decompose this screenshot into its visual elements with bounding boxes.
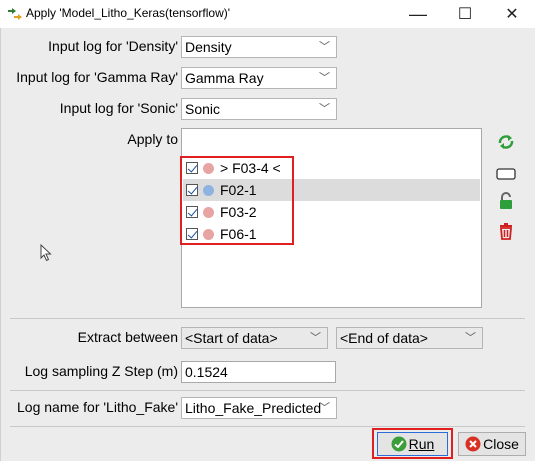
maximize-button[interactable]: ☐ <box>442 0 488 28</box>
window-title: Apply 'Model_Litho_Keras(tensorflow)' <box>26 6 231 20</box>
title-bar: Apply 'Model_Litho_Keras(tensorflow)' — … <box>0 0 535 28</box>
separator <box>10 318 525 319</box>
close-button[interactable]: Close <box>458 432 526 456</box>
close-window-button[interactable]: ✕ <box>489 0 535 28</box>
sampling-input[interactable]: 0.1524 <box>181 361 336 383</box>
minimize-button[interactable]: — <box>395 0 441 28</box>
sampling-value: 0.1524 <box>185 364 228 380</box>
gamma-ray-label: Input log for 'Gamma Ray' <box>16 69 178 85</box>
extract-start-select[interactable]: <Start of data> ﹀ <box>181 327 328 349</box>
run-highlight-box <box>372 428 453 459</box>
sonic-value: Sonic <box>185 101 221 117</box>
separator <box>10 426 525 427</box>
density-select[interactable]: Density ﹀ <box>181 36 337 58</box>
refresh-icon[interactable] <box>495 131 517 153</box>
extract-start-value: <Start of data> <box>185 330 278 346</box>
extract-end-select[interactable]: <End of data> ﹀ <box>336 327 483 349</box>
trash-icon[interactable] <box>495 220 517 242</box>
output-log-label: Log name for 'Litho_Fake' <box>17 399 178 415</box>
output-log-value: Litho_Fake_Predicted <box>185 400 322 416</box>
sonic-select[interactable]: Sonic ﹀ <box>181 98 337 120</box>
chevron-down-icon: ﹀ <box>319 41 330 53</box>
output-log-select[interactable]: Litho_Fake_Predicted ﹀ <box>181 397 337 419</box>
density-label: Input log for 'Density' <box>48 38 178 54</box>
gamma-ray-select[interactable]: Gamma Ray ﹀ <box>181 67 337 89</box>
apply-to-label: Apply to <box>127 131 178 147</box>
chevron-down-icon: ﹀ <box>465 332 476 344</box>
chevron-down-icon: ﹀ <box>310 332 321 344</box>
unlock-icon[interactable] <box>495 190 517 212</box>
mouse-pointer-icon <box>40 244 52 262</box>
sampling-label: Log sampling Z Step (m) <box>24 363 178 379</box>
chevron-down-icon: ﹀ <box>319 103 330 115</box>
close-icon <box>465 436 481 452</box>
chevron-down-icon: ﹀ <box>319 402 330 414</box>
select-none-icon[interactable] <box>495 163 517 185</box>
separator <box>10 390 525 391</box>
gamma-ray-value: Gamma Ray <box>185 70 264 86</box>
chevron-down-icon: ﹀ <box>319 72 330 84</box>
density-value: Density <box>185 39 232 55</box>
sonic-label: Input log for 'Sonic' <box>59 100 178 116</box>
extract-between-label: Extract between <box>77 329 178 345</box>
close-label: Close <box>483 436 519 452</box>
extract-end-value: <End of data> <box>340 330 428 346</box>
highlight-box <box>180 156 294 245</box>
app-icon <box>8 8 22 20</box>
